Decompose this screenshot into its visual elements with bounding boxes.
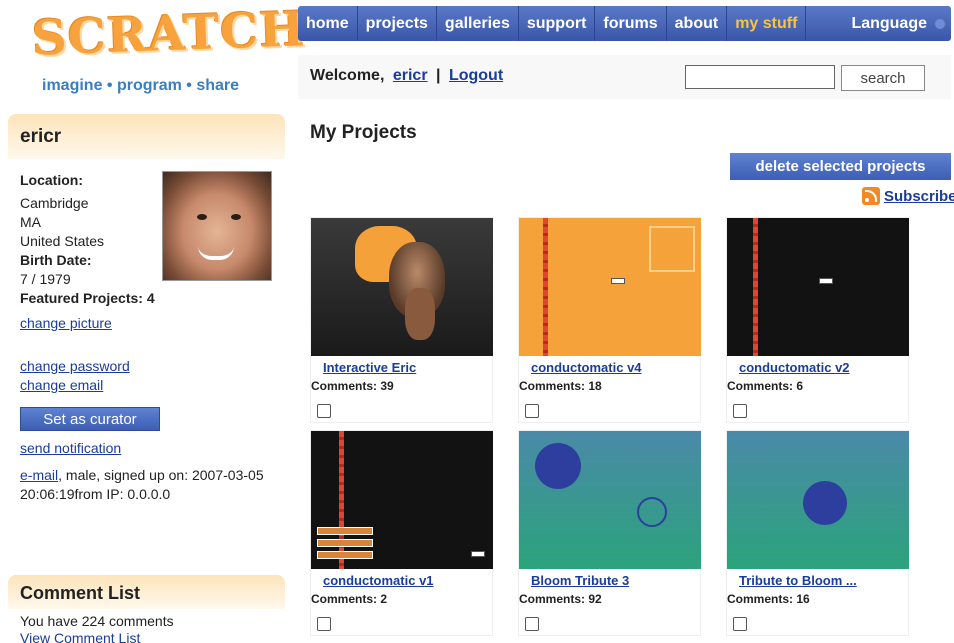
subscribe-link[interactable]: Subscribe: [862, 187, 954, 205]
project-card: conductomatic v2 Comments: 6: [726, 217, 909, 423]
project-thumbnail[interactable]: [727, 218, 909, 356]
logo-tagline: imagine • program • share: [42, 77, 240, 94]
project-comments: Comments: 16: [727, 592, 810, 606]
project-card: Tribute to Bloom ... Comments: 16: [726, 430, 909, 636]
project-card: Bloom Tribute 3 Comments: 92: [518, 430, 701, 636]
scratch-logo[interactable]: SCRATCH imagine • program • share: [28, 1, 306, 106]
email-link[interactable]: e-mail: [20, 467, 58, 483]
search-input[interactable]: [685, 65, 835, 89]
set-curator-button[interactable]: Set as curator: [20, 407, 160, 431]
featured-count: 4: [146, 290, 155, 306]
welcome-bar: Welcome, ericr | Logout search: [298, 55, 951, 99]
project-title[interactable]: Tribute to Bloom ...: [739, 573, 857, 588]
welcome-separator: |: [436, 67, 441, 84]
signup-info: e-mail, male, signed up on: 2007-03-05 2…: [20, 466, 273, 504]
language-selector[interactable]: Language: [843, 6, 951, 41]
change-email-link[interactable]: change email: [20, 377, 103, 393]
nav-galleries[interactable]: galleries: [437, 6, 519, 41]
project-thumbnail[interactable]: [519, 431, 701, 569]
nav-home[interactable]: home: [298, 6, 358, 41]
project-thumbnail[interactable]: [311, 431, 493, 569]
project-comments: Comments: 92: [519, 592, 602, 606]
rss-icon: [862, 187, 880, 205]
project-select-checkbox[interactable]: [317, 617, 331, 631]
project-select-checkbox[interactable]: [733, 617, 747, 631]
project-comments: Comments: 6: [727, 379, 804, 393]
project-select-checkbox[interactable]: [525, 404, 539, 418]
featured-projects: Featured Projects: 4: [20, 289, 273, 308]
project-thumbnail[interactable]: [311, 218, 493, 356]
project-title[interactable]: Interactive Eric: [323, 360, 416, 375]
subscribe-label[interactable]: Subscribe: [884, 188, 954, 205]
nav-projects[interactable]: projects: [358, 6, 437, 41]
project-comments: Comments: 39: [311, 379, 394, 393]
profile-details: Location: Cambridge MA United States Bir…: [8, 159, 285, 516]
comment-list-panel: Comment List You have 224 comments View …: [8, 575, 285, 643]
featured-label: Featured Projects:: [20, 290, 143, 306]
project-card: conductomatic v1 Comments: 2: [310, 430, 493, 636]
nav-forums[interactable]: forums: [595, 6, 667, 41]
project-title[interactable]: conductomatic v2: [739, 360, 850, 375]
comment-list-body: You have 224 comments View Comment List: [8, 609, 285, 643]
project-card: Interactive Eric Comments: 39: [310, 217, 493, 423]
project-comments: Comments: 2: [311, 592, 388, 606]
welcome-text: Welcome, ericr | Logout: [310, 67, 507, 85]
project-select-checkbox[interactable]: [317, 404, 331, 418]
project-title[interactable]: conductomatic v4: [531, 360, 642, 375]
change-picture-link[interactable]: change picture: [20, 315, 112, 331]
comment-list-title: Comment List: [8, 575, 285, 609]
profile-username: ericr: [8, 114, 285, 159]
logo-wordmark: SCRATCH: [31, 1, 307, 67]
avatar: [162, 171, 272, 281]
delete-selected-button[interactable]: delete selected projects: [730, 153, 951, 180]
change-password-link[interactable]: change password: [20, 358, 130, 374]
search-button[interactable]: search: [841, 65, 925, 91]
project-title[interactable]: Bloom Tribute 3: [531, 573, 629, 588]
project-title[interactable]: conductomatic v1: [323, 573, 434, 588]
logout-link[interactable]: Logout: [449, 67, 503, 84]
project-card: conductomatic v4 Comments: 18: [518, 217, 701, 423]
view-comment-list-link[interactable]: View Comment List: [20, 630, 140, 643]
nav-about[interactable]: about: [667, 6, 728, 41]
project-thumbnail[interactable]: [727, 431, 909, 569]
main-nav: home projects galleries support forums a…: [298, 6, 951, 41]
nav-support[interactable]: support: [519, 6, 596, 41]
project-select-checkbox[interactable]: [525, 617, 539, 631]
page-title: My Projects: [310, 122, 417, 143]
project-select-checkbox[interactable]: [733, 404, 747, 418]
nav-my-stuff[interactable]: my stuff: [727, 6, 807, 41]
username-link[interactable]: ericr: [393, 67, 428, 84]
project-grid: Interactive Eric Comments: 39 conductoma…: [308, 214, 918, 643]
project-comments: Comments: 18: [519, 379, 602, 393]
project-thumbnail[interactable]: [519, 218, 701, 356]
comment-count: You have 224 comments: [20, 613, 174, 629]
send-notification-link[interactable]: send notification: [20, 440, 121, 456]
profile-panel: ericr Location: Cambridge MA United Stat…: [8, 114, 285, 564]
welcome-prefix: Welcome,: [310, 67, 385, 84]
